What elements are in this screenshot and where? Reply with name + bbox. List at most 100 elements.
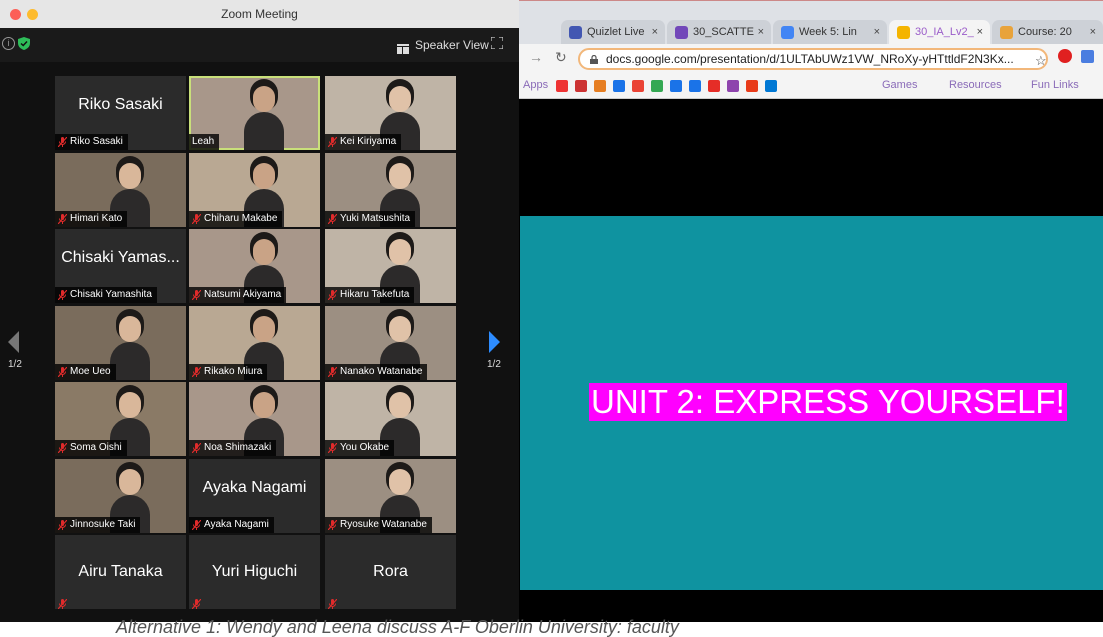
url-bar[interactable]: docs.google.com/presentation/d/1ULTAbUWz… bbox=[578, 48, 1048, 70]
participant-video bbox=[110, 341, 151, 380]
muted-mic-icon bbox=[191, 213, 202, 225]
muted-mic-icon bbox=[57, 519, 68, 531]
participant-video bbox=[244, 111, 285, 150]
bookmark-icon[interactable] bbox=[556, 80, 568, 92]
forward-arrow-icon[interactable]: → bbox=[529, 49, 543, 65]
bookmark-icon[interactable] bbox=[594, 80, 606, 92]
address-bar-row: → ↻ docs.google.com/presentation/d/1ULTA… bbox=[519, 44, 1103, 74]
reload-icon[interactable]: ↻ bbox=[555, 49, 567, 66]
participant-name: Natsumi Akiyama bbox=[204, 289, 282, 300]
muted-mic-icon bbox=[327, 366, 338, 378]
participant-tile[interactable]: Nanako Watanabe bbox=[325, 306, 456, 380]
participant-face bbox=[253, 316, 276, 343]
tab-favicon-icon bbox=[1000, 26, 1013, 39]
bookmark-icon[interactable] bbox=[651, 80, 663, 92]
participant-tile[interactable]: Chisaki Yamas... Chisaki Yamashita bbox=[55, 229, 186, 303]
participant-tile[interactable]: Soma Oishi bbox=[55, 382, 186, 456]
participant-name: Ryosuke Watanabe bbox=[340, 519, 427, 530]
bookmark-star-icon[interactable]: ☆ bbox=[1035, 53, 1047, 69]
bookmark-icon[interactable] bbox=[746, 80, 758, 92]
participant-tile[interactable]: Yuki Matsushita bbox=[325, 153, 456, 227]
participant-tile[interactable]: Leah bbox=[189, 76, 320, 150]
participant-tile[interactable]: You Okabe bbox=[325, 382, 456, 456]
participant-name-label: Jinnosuke Taki bbox=[55, 517, 141, 533]
participant-face bbox=[253, 239, 276, 266]
muted-mic-icon bbox=[191, 366, 202, 378]
bookmark-icon[interactable] bbox=[632, 80, 644, 92]
browser-tab[interactable]: Quizlet Live × bbox=[561, 20, 665, 45]
participant-face bbox=[389, 316, 412, 343]
participant-name: You Okabe bbox=[340, 442, 390, 453]
tab-title: Week 5: Lin bbox=[799, 26, 857, 38]
bookmark-icon[interactable] bbox=[689, 80, 701, 92]
participant-face bbox=[253, 86, 276, 113]
muted-mic-icon bbox=[327, 136, 338, 148]
participant-tile[interactable]: Ayaka Nagami Ayaka Nagami bbox=[189, 459, 320, 533]
apps-bookmark[interactable]: Apps bbox=[523, 79, 548, 91]
info-icon[interactable]: i bbox=[2, 37, 15, 50]
bookmark-folder[interactable]: Fun Links bbox=[1031, 79, 1079, 91]
participant-name: Noa Shimazaki bbox=[204, 442, 272, 453]
shield-icon[interactable] bbox=[18, 37, 30, 50]
muted-mic-icon bbox=[57, 596, 68, 609]
participant-tile[interactable]: Moe Ueo bbox=[55, 306, 186, 380]
tab-close-icon[interactable]: × bbox=[758, 20, 764, 45]
participant-name-label: You Okabe bbox=[325, 440, 395, 456]
bookmark-icon[interactable] bbox=[575, 80, 587, 92]
muted-mic-icon bbox=[327, 519, 338, 531]
opera-extension-icon[interactable] bbox=[1058, 49, 1072, 63]
muted-mic-icon bbox=[191, 289, 202, 301]
browser-tab[interactable]: 30_SCATTE × bbox=[667, 20, 771, 45]
participant-name-label: Riko Sasaki bbox=[55, 134, 128, 150]
tab-close-icon[interactable]: × bbox=[874, 20, 880, 45]
participant-display-name: Chisaki Yamas... bbox=[61, 249, 180, 266]
participant-tile[interactable]: Hikaru Takefuta bbox=[325, 229, 456, 303]
participant-name-label: Soma Oishi bbox=[55, 440, 127, 456]
participant-tile[interactable]: Airu Tanaka bbox=[55, 535, 186, 609]
participant-name-label: Kei Kiriyama bbox=[325, 134, 402, 150]
bookmark-icon[interactable] bbox=[727, 80, 739, 92]
bookmark-icon[interactable] bbox=[765, 80, 777, 92]
muted-mic-icon bbox=[57, 213, 68, 225]
tab-title: Course: 20 bbox=[1018, 26, 1072, 38]
participant-display-name: Riko Sasaki bbox=[78, 96, 163, 113]
lock-icon bbox=[590, 55, 598, 64]
participant-tile[interactable]: Jinnosuke Taki bbox=[55, 459, 186, 533]
participant-name-label: Yuki Matsushita bbox=[325, 211, 416, 227]
tab-close-icon[interactable]: × bbox=[652, 20, 658, 45]
speaker-view-button[interactable]: Speaker View bbox=[397, 36, 489, 54]
bookmark-icon[interactable] bbox=[708, 80, 720, 92]
participant-name: Kei Kiriyama bbox=[340, 136, 397, 147]
tab-close-icon[interactable]: × bbox=[977, 20, 983, 45]
participant-tile[interactable]: Ryosuke Watanabe bbox=[325, 459, 456, 533]
bookmark-folder[interactable]: Games bbox=[882, 79, 917, 91]
participant-tile[interactable]: Kei Kiriyama bbox=[325, 76, 456, 150]
tab-favicon-icon bbox=[675, 26, 688, 39]
extension-icon[interactable] bbox=[1081, 50, 1094, 63]
tab-close-icon[interactable]: × bbox=[1090, 20, 1096, 45]
participant-tile[interactable]: Natsumi Akiyama bbox=[189, 229, 320, 303]
participant-tile[interactable]: Riko Sasaki Riko Sasaki bbox=[55, 76, 186, 150]
participant-tile[interactable]: Himari Kato bbox=[55, 153, 186, 227]
bookmark-icon[interactable] bbox=[670, 80, 682, 92]
tab-favicon-icon bbox=[781, 26, 794, 39]
previous-page-arrow-icon[interactable] bbox=[8, 331, 19, 353]
muted-mic-icon bbox=[57, 289, 68, 301]
participant-tile[interactable]: Yuri Higuchi bbox=[189, 535, 320, 609]
participant-name: Chisaki Yamashita bbox=[70, 289, 152, 300]
participant-tile[interactable]: Noa Shimazaki bbox=[189, 382, 320, 456]
participant-face bbox=[389, 163, 412, 190]
browser-tab[interactable]: 30_IA_Lv2_ × bbox=[889, 20, 990, 45]
next-page-arrow-icon[interactable] bbox=[489, 331, 500, 353]
browser-tab[interactable]: Course: 20 × bbox=[992, 20, 1103, 45]
fullscreen-icon[interactable] bbox=[491, 37, 503, 49]
bookmark-icon[interactable] bbox=[613, 80, 625, 92]
browser-tab[interactable]: Week 5: Lin × bbox=[773, 20, 887, 45]
tab-favicon-icon bbox=[569, 26, 582, 39]
participant-tile[interactable]: Rora bbox=[325, 535, 456, 609]
participant-tile[interactable]: Rikako Miura bbox=[189, 306, 320, 380]
participant-tile[interactable]: Chiharu Makabe bbox=[189, 153, 320, 227]
participant-name-label: Noa Shimazaki bbox=[189, 440, 277, 456]
participant-face bbox=[389, 239, 412, 266]
bookmark-folder[interactable]: Resources bbox=[949, 79, 1002, 91]
